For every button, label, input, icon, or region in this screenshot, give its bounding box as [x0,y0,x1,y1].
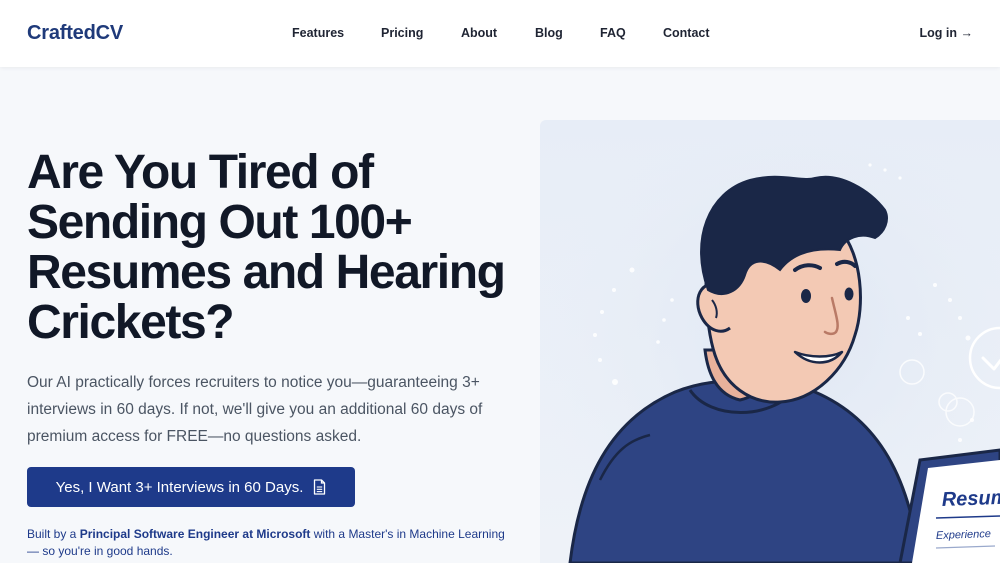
credit-prefix: Built by a [27,527,80,541]
resume-section-text: Experience [936,528,991,542]
hero-title: Are You Tired of Sending Out 100+ Resume… [27,146,506,349]
nav-link-blog[interactable]: Blog [535,26,563,40]
nav-link-about[interactable]: About [461,26,497,40]
nav-link-features[interactable]: Features [292,26,344,40]
hero-subtitle: Our AI practically forces recruiters to … [27,374,483,445]
nav-link-pricing[interactable]: Pricing [381,26,423,40]
author-credit: Built by a Principal Software Engineer a… [27,526,507,560]
document-icon [313,479,326,495]
person-laptop-illustration: Resum Experience [540,120,1000,563]
nav-link-contact[interactable]: Contact [663,26,710,40]
nav-links: Features Pricing About Blog FAQ Contact [0,26,1000,42]
nav-link-faq[interactable]: FAQ [600,26,626,40]
hero-illustration: Resum Experience [540,120,1000,563]
cta-label: Yes, I Want 3+ Interviews in 60 Days. [55,478,304,496]
resume-title-text: Resum [941,487,1000,511]
login-link[interactable]: Log in → [920,26,973,40]
cta-button[interactable]: Yes, I Want 3+ Interviews in 60 Days. [27,467,355,507]
top-navbar: CraftedCV Features Pricing About Blog FA… [0,0,1000,67]
credit-highlight: Principal Software Engineer at Microsoft [79,527,311,541]
